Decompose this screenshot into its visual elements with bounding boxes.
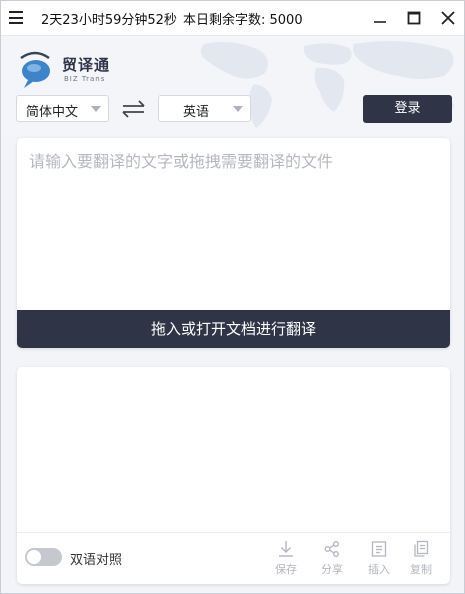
remaining-quota: 本日剩余字数: 5000 (183, 13, 303, 28)
target-language-select[interactable]: 英语 (158, 95, 251, 122)
share-icon (324, 541, 339, 557)
source-language-select[interactable]: 简体中文 (16, 95, 109, 122)
target-language-label: 英语 (183, 105, 210, 120)
swap-languages-icon[interactable] (120, 98, 148, 120)
insert-icon (371, 541, 387, 557)
logo-name-cn: 贸译通 (62, 56, 111, 74)
copy-label: 复制 (410, 563, 432, 576)
output-toolbar: 双语对照 保存 分享 插入 复制 (17, 532, 450, 584)
output-panel: 双语对照 保存 分享 插入 复制 (17, 367, 450, 584)
menu-icon[interactable] (9, 11, 23, 24)
app-logo: 贸译通 BIZ Trans (15, 50, 135, 90)
source-text-input[interactable] (17, 138, 450, 310)
copy-button[interactable]: 复制 (404, 539, 438, 581)
chevron-down-icon (233, 106, 243, 112)
share-label: 分享 (321, 563, 343, 576)
app-window: 2天23小时59分钟52秒 本日剩余字数: 5000 贸译通 BIZ Trans… (0, 0, 465, 594)
source-language-label: 简体中文 (26, 105, 79, 120)
open-document-button[interactable]: 拖入或打开文档进行翻译 (17, 310, 450, 348)
close-icon[interactable] (437, 7, 459, 29)
countdown-timer: 2天23小时59分钟52秒 (41, 13, 177, 28)
download-icon (279, 541, 293, 557)
copy-icon (414, 540, 429, 557)
maximize-icon[interactable] (403, 7, 425, 29)
toggle-knob (27, 550, 41, 564)
title-bar: 2天23小时59分钟52秒 本日剩余字数: 5000 (1, 1, 464, 36)
share-button[interactable]: 分享 (315, 539, 349, 581)
logo-bubble-icon (20, 51, 50, 88)
login-button[interactable]: 登录 (363, 95, 452, 123)
chevron-down-icon (91, 106, 101, 112)
header: 贸译通 BIZ Trans 简体中文 英语 登录 (1, 36, 464, 136)
input-panel: 拖入或打开文档进行翻译 (17, 138, 450, 348)
logo-name-en: BIZ Trans (64, 75, 106, 83)
save-label: 保存 (275, 563, 297, 576)
bilingual-toggle-label: 双语对照 (70, 553, 123, 568)
minimize-icon[interactable] (369, 7, 391, 29)
insert-button[interactable]: 插入 (362, 539, 396, 581)
translation-output[interactable] (17, 367, 450, 532)
bilingual-toggle[interactable] (25, 548, 62, 566)
insert-label: 插入 (368, 563, 390, 576)
save-button[interactable]: 保存 (269, 539, 303, 581)
